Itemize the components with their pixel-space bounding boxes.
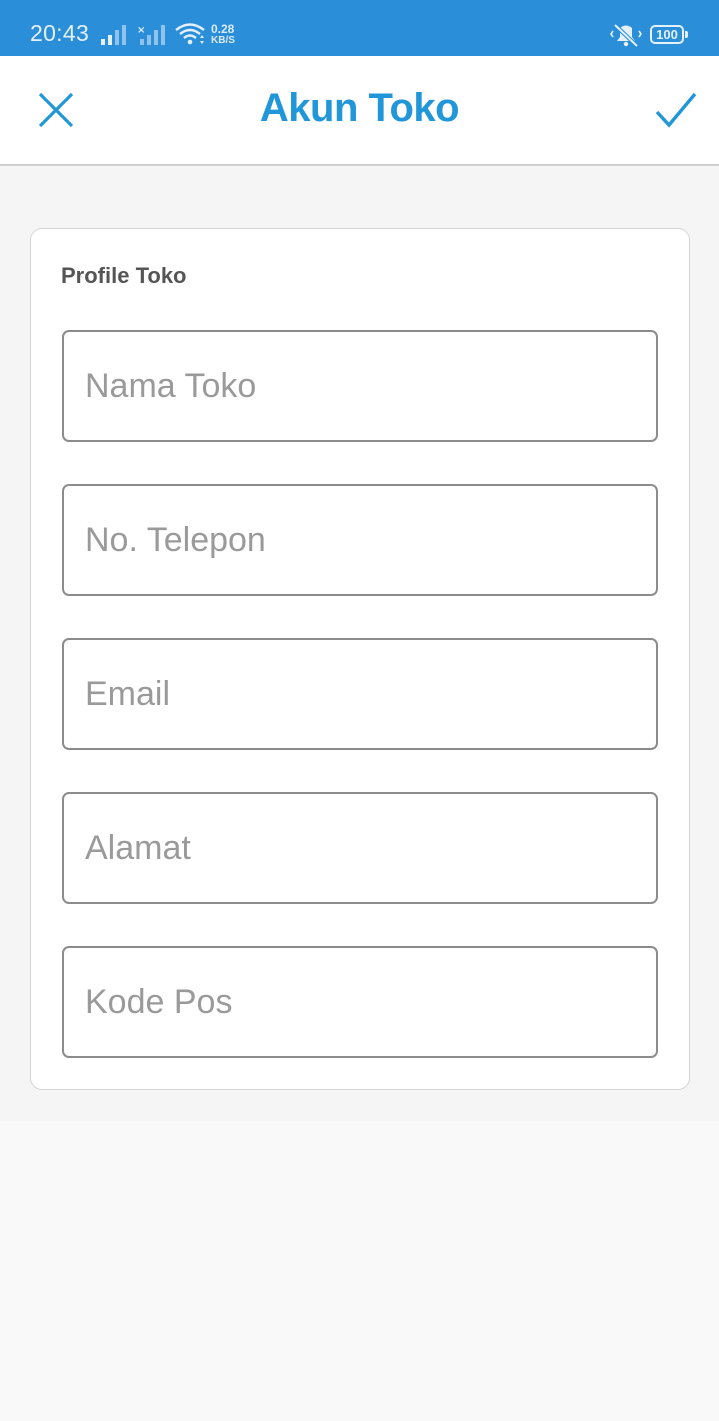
signal-no-data-icon: × — [137, 25, 165, 45]
address-field[interactable] — [62, 792, 658, 904]
battery-tip — [685, 31, 688, 38]
email-input[interactable] — [64, 640, 656, 748]
status-bar: 20:43 × 0.28 KB/S 100 — [0, 0, 719, 56]
svg-text:×: × — [137, 25, 145, 36]
network-speed-value: 0.28 — [211, 22, 235, 36]
status-time: 20:43 — [30, 20, 90, 46]
app-bar: Akun Toko — [0, 56, 719, 166]
battery-icon: 100 — [650, 25, 684, 44]
content-area: Profile Toko — [0, 166, 719, 1121]
section-title: Profile Toko — [61, 263, 187, 288]
page-title: Akun Toko — [259, 86, 460, 130]
phone-input[interactable] — [64, 486, 656, 594]
postal-code-input[interactable] — [64, 948, 656, 1056]
mute-vibrate-icon — [610, 23, 642, 48]
phone-field[interactable] — [62, 484, 658, 596]
network-speed: 0.28 KB/S — [211, 23, 235, 46]
save-button[interactable] — [646, 82, 706, 138]
network-speed-unit: KB/S — [211, 35, 235, 46]
address-input[interactable] — [64, 794, 656, 902]
profile-card: Profile Toko — [30, 228, 690, 1090]
signal-icon — [101, 25, 126, 45]
email-field[interactable] — [62, 638, 658, 750]
postal-code-field[interactable] — [62, 946, 658, 1058]
store-name-field[interactable] — [62, 330, 658, 442]
wifi-icon — [175, 23, 205, 45]
check-icon — [655, 92, 697, 128]
store-name-input[interactable] — [64, 332, 656, 440]
